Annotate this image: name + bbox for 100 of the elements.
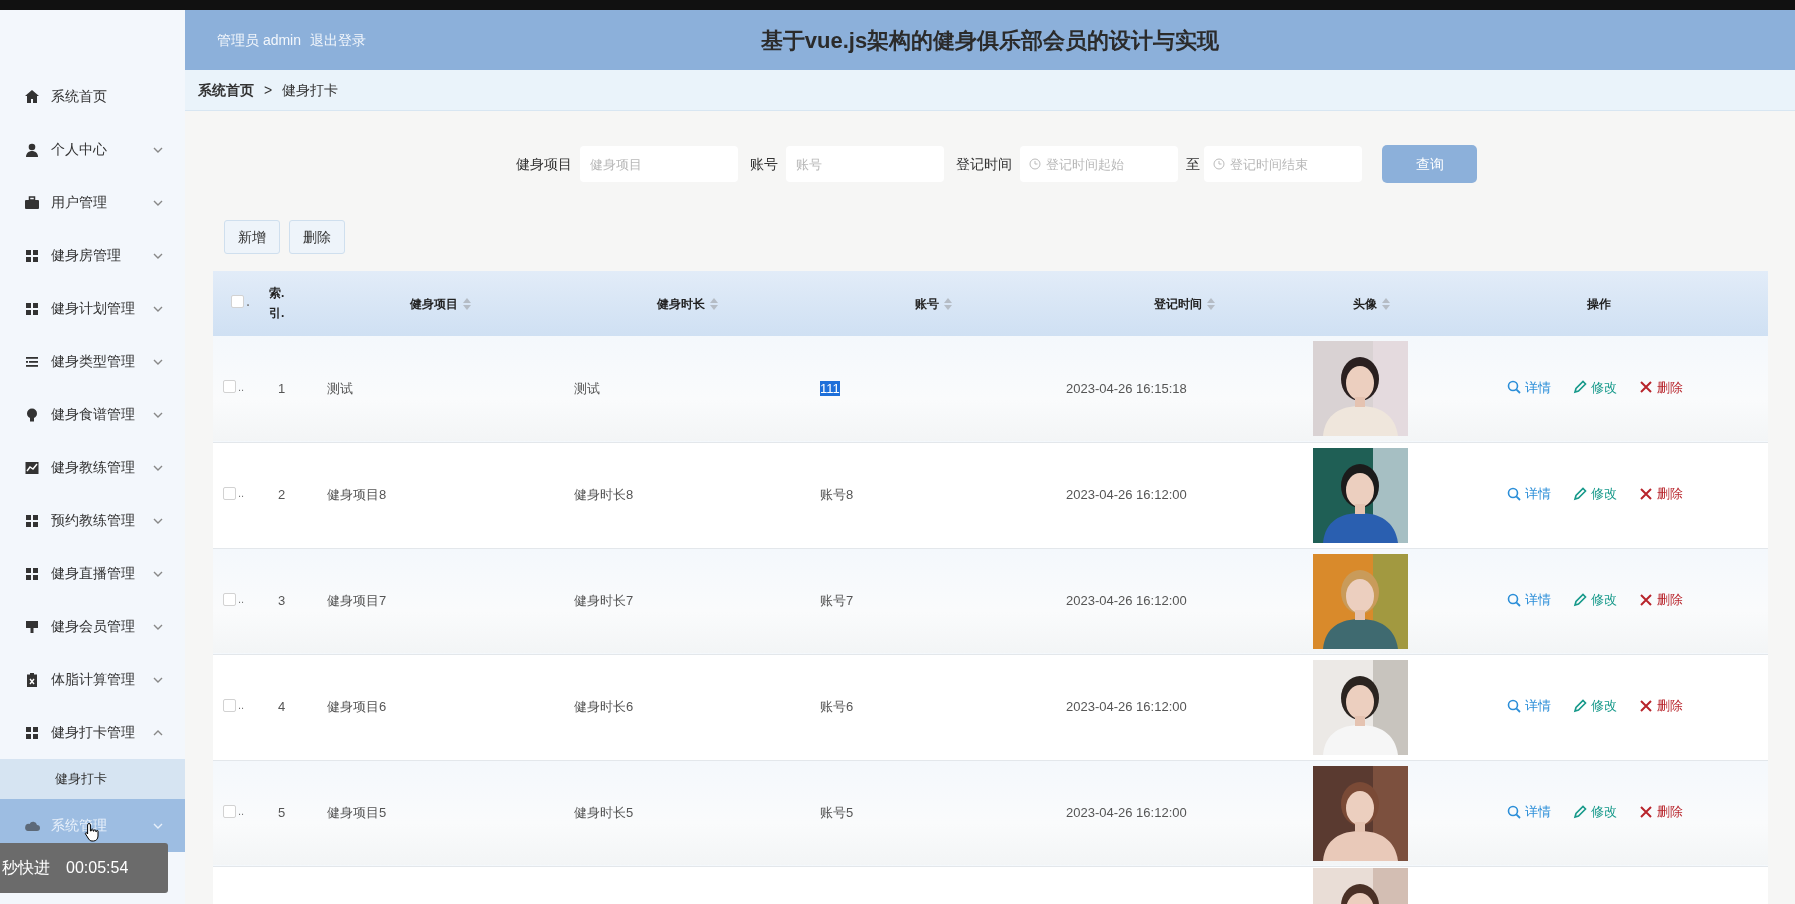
view-link[interactable]: 详情 <box>1507 483 1551 504</box>
table-cell: 2023-04-26 16:12:00 <box>1066 487 1187 503</box>
search-icon <box>1507 804 1521 819</box>
text-input-field[interactable]: 账号 <box>786 146 944 182</box>
column-header: 登记时间 <box>1153 296 1202 311</box>
pencil-icon <box>1573 380 1587 395</box>
briefcase-icon <box>24 194 40 211</box>
table-cell: 健身时长5 <box>574 805 634 821</box>
toolbar-button[interactable]: 新增 <box>224 220 280 254</box>
delete-link[interactable]: 删除 <box>1639 801 1683 822</box>
clipboard-icon <box>24 671 40 688</box>
close-icon <box>1639 592 1653 607</box>
search-icon <box>1507 380 1521 395</box>
user-label: 管理员 admin <box>217 30 302 50</box>
sidebar-item[interactable]: 健身食谱管理 <box>0 388 185 441</box>
sidebar-item[interactable]: 个人中心 <box>0 123 185 176</box>
sidebar-item[interactable]: 体脂计算管理 <box>0 653 185 706</box>
grid-icon <box>24 247 40 264</box>
edit-link[interactable]: 修改 <box>1573 801 1617 822</box>
table-cell: 健身项目8 <box>327 487 387 503</box>
grid-icon <box>24 512 40 529</box>
table-cell: 账号5 <box>820 805 854 821</box>
close-icon <box>1639 804 1653 819</box>
breadcrumb-item[interactable]: 系统首页 <box>198 79 254 101</box>
delete-link[interactable]: 删除 <box>1639 483 1683 504</box>
table-cell: 测试 <box>574 381 600 396</box>
close-icon <box>1639 380 1653 395</box>
pencil-icon <box>1573 486 1587 501</box>
sidebar-item[interactable]: 健身直播管理 <box>0 547 185 600</box>
sidebar-item[interactable]: 用户管理 <box>0 176 185 229</box>
delete-link[interactable]: 删除 <box>1639 695 1683 716</box>
truncated-label: .. <box>238 803 245 819</box>
sidebar-item[interactable]: 健身计划管理 <box>0 282 185 335</box>
table-cell: 健身时长8 <box>574 487 634 503</box>
table-cell: 测试 <box>327 381 353 396</box>
sort-icon <box>943 298 952 311</box>
column-header: 索.引. <box>269 285 286 322</box>
sidebar-item[interactable]: 健身打卡管理 <box>0 706 185 759</box>
chart-icon <box>24 459 40 476</box>
sidebar-item[interactable]: 预约教练管理 <box>0 494 185 547</box>
table-cell: 健身项目6 <box>327 699 387 715</box>
sort-icon <box>1381 298 1390 311</box>
table-cell: 1 <box>278 381 286 396</box>
table-cell: 健身时长6 <box>574 699 634 715</box>
close-icon <box>1639 486 1653 501</box>
checkbox[interactable] <box>223 698 236 712</box>
checkbox[interactable] <box>223 380 236 394</box>
table-cell: 4 <box>278 699 286 715</box>
close-icon <box>1639 698 1653 713</box>
sidebar-item[interactable]: 健身类型管理 <box>0 335 185 388</box>
sidebar-item[interactable]: 健身房管理 <box>0 229 185 282</box>
table-cell: 健身项目7 <box>327 593 387 609</box>
column-header: 健身时长 <box>656 296 705 311</box>
sidebar-subitem[interactable]: 健身打卡 <box>0 759 185 799</box>
pencil-icon <box>1573 592 1587 607</box>
edit-link[interactable]: 修改 <box>1573 695 1617 716</box>
date-input-field[interactable]: 登记时间结束 <box>1204 146 1362 182</box>
checkbox[interactable] <box>231 295 245 309</box>
truncated-label: .. <box>238 591 245 607</box>
view-link[interactable]: 详情 <box>1507 801 1551 822</box>
delete-link[interactable]: 删除 <box>1639 589 1683 610</box>
edit-link[interactable]: 修改 <box>1573 377 1617 398</box>
sidebar-item[interactable]: 健身教练管理 <box>0 441 185 494</box>
pencil-icon <box>1573 804 1587 819</box>
table-cell: 健身项目5 <box>327 805 387 821</box>
range-separator: 至 <box>1186 154 1200 174</box>
grid-icon <box>24 724 40 741</box>
truncated-label: .. <box>238 379 245 395</box>
search-icon <box>1507 698 1521 713</box>
toolbar-button[interactable]: 删除 <box>289 220 345 254</box>
checkbox[interactable] <box>223 486 236 500</box>
truncated-label: .. <box>238 485 245 501</box>
text-input-field[interactable]: 健身项目 <box>580 146 738 182</box>
filter-label: 健身项目 <box>516 154 572 174</box>
breadcrumb-separator: > <box>264 80 273 100</box>
view-link[interactable]: 详情 <box>1507 589 1551 610</box>
view-link[interactable]: 详情 <box>1507 695 1551 716</box>
clock-icon <box>1029 158 1041 170</box>
table-cell: 账号7 <box>820 593 854 609</box>
grid-icon <box>24 300 40 317</box>
edit-link[interactable]: 修改 <box>1573 589 1617 610</box>
date-input-field[interactable]: 登记时间起始 <box>1020 146 1178 182</box>
sidebar-item[interactable]: 系统首页 <box>0 70 185 123</box>
truncated-label: .. <box>238 697 245 713</box>
checkbox[interactable] <box>223 592 236 606</box>
sidebar-item[interactable]: 健身会员管理 <box>0 600 185 653</box>
breadcrumb-item: 健身打卡 <box>282 80 339 100</box>
column-header: 头像 <box>1352 296 1377 311</box>
filter-label: 登记时间 <box>956 154 1012 174</box>
table-cell: 账号8 <box>820 487 854 503</box>
edit-link[interactable]: 修改 <box>1573 483 1617 504</box>
checkbox[interactable] <box>223 804 236 818</box>
table-cell: 3 <box>278 593 286 609</box>
table-cell: 2 <box>278 487 286 503</box>
toast-text: 秒快进 <box>2 858 50 878</box>
delete-link[interactable]: 删除 <box>1639 377 1683 398</box>
sort-icon <box>1206 298 1215 311</box>
view-link[interactable]: 详情 <box>1507 377 1551 398</box>
table-cell: 5 <box>278 805 286 821</box>
table-cell: 111 <box>820 381 840 396</box>
